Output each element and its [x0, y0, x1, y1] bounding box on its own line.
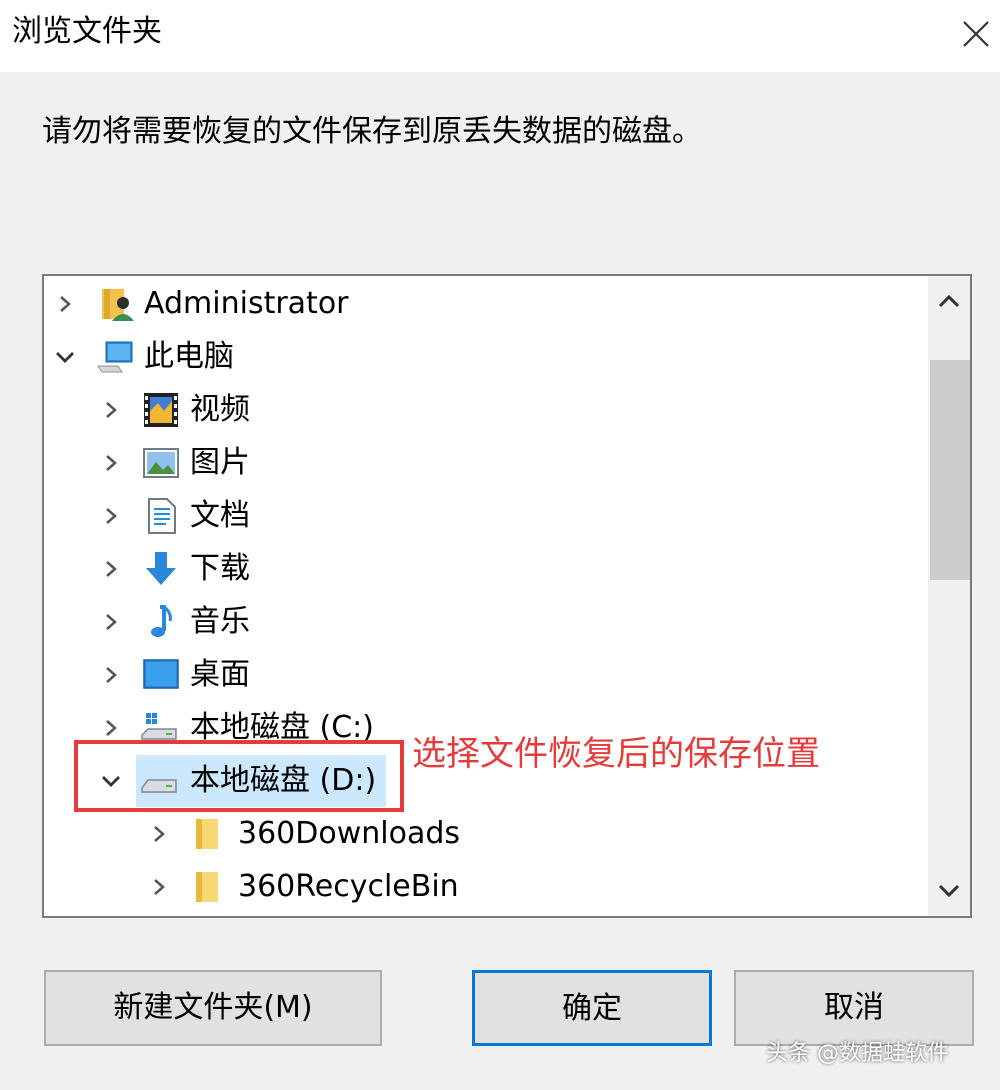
documents-icon: [148, 498, 176, 534]
chevron-right-icon[interactable]: [146, 874, 172, 900]
tree-item-downloads[interactable]: 下载: [44, 543, 928, 595]
close-icon: [963, 21, 989, 47]
chevron-right-icon[interactable]: [98, 450, 124, 476]
scroll-up-button[interactable]: [928, 276, 970, 328]
folder-icon: [196, 819, 218, 849]
scroll-down-button[interactable]: [928, 864, 970, 916]
tree-item-label: 视频: [190, 392, 250, 427]
tree-item-label: 360RecycleBin: [238, 869, 459, 904]
title-bar: 浏览文件夹: [0, 0, 1000, 72]
desktop-icon: [143, 659, 179, 689]
folder-tree[interactable]: Administrator 此电脑 视频 图片 文档 下载 音乐 桌面 本地磁盘…: [42, 274, 972, 918]
download-icon: [146, 552, 176, 585]
tree-item-360recyclebin[interactable]: 360RecycleBin: [44, 861, 928, 913]
chevron-up-icon: [938, 294, 960, 308]
chevron-right-icon[interactable]: [52, 291, 78, 317]
tree-item-label: 图片: [190, 445, 250, 480]
ok-button[interactable]: 确定: [472, 970, 712, 1046]
instruction-text: 请勿将需要恢复的文件保存到原丢失数据的磁盘。: [42, 114, 702, 149]
tree-item-desktop[interactable]: 桌面: [44, 649, 928, 701]
cancel-button[interactable]: 取消: [734, 970, 974, 1046]
watermark: 头条 @数据蛙软件: [766, 1041, 949, 1066]
pictures-icon: [143, 448, 179, 478]
chevron-right-icon[interactable]: [98, 556, 124, 582]
chevron-down-icon: [938, 884, 960, 898]
chevron-right-icon[interactable]: [98, 397, 124, 423]
tree-item-this-pc[interactable]: 此电脑: [44, 331, 928, 383]
chevron-right-icon[interactable]: [98, 609, 124, 635]
tree-item-360downloads[interactable]: 360Downloads: [44, 808, 928, 860]
tree-item-label: Administrator: [144, 286, 349, 321]
annotation-highlight-box: [74, 740, 404, 812]
tree-item-music[interactable]: 音乐: [44, 596, 928, 648]
window-title: 浏览文件夹: [12, 14, 162, 49]
new-folder-button[interactable]: 新建文件夹(M): [44, 970, 382, 1046]
tree-item-documents[interactable]: 文档: [44, 490, 928, 542]
tree-item-label: 360Downloads: [238, 816, 461, 851]
music-icon: [151, 605, 172, 637]
computer-icon: [97, 341, 133, 373]
video-icon: [144, 393, 178, 427]
tree-item-label: 桌面: [190, 657, 250, 692]
chevron-right-icon[interactable]: [98, 662, 124, 688]
tree-item-label: 下载: [190, 551, 250, 586]
close-button[interactable]: [952, 10, 1000, 58]
tree-item-label: 文档: [190, 498, 250, 533]
chevron-right-icon[interactable]: [146, 821, 172, 847]
scroll-thumb[interactable]: [930, 360, 970, 580]
tree-item-administrator[interactable]: Administrator: [44, 278, 928, 330]
tree-item-videos[interactable]: 视频: [44, 384, 928, 436]
folder-icon: [196, 872, 218, 902]
chevron-right-icon[interactable]: [98, 715, 124, 741]
annotation-text: 选择文件恢复后的保存位置: [412, 734, 820, 774]
vertical-scrollbar[interactable]: [928, 276, 970, 916]
chevron-down-icon[interactable]: [52, 344, 78, 370]
tree-item-label: 此电脑: [144, 339, 234, 374]
tree-item-pictures[interactable]: 图片: [44, 437, 928, 489]
user-folder-icon: [102, 289, 134, 321]
chevron-right-icon[interactable]: [98, 503, 124, 529]
tree-item-label: 音乐: [190, 604, 250, 639]
